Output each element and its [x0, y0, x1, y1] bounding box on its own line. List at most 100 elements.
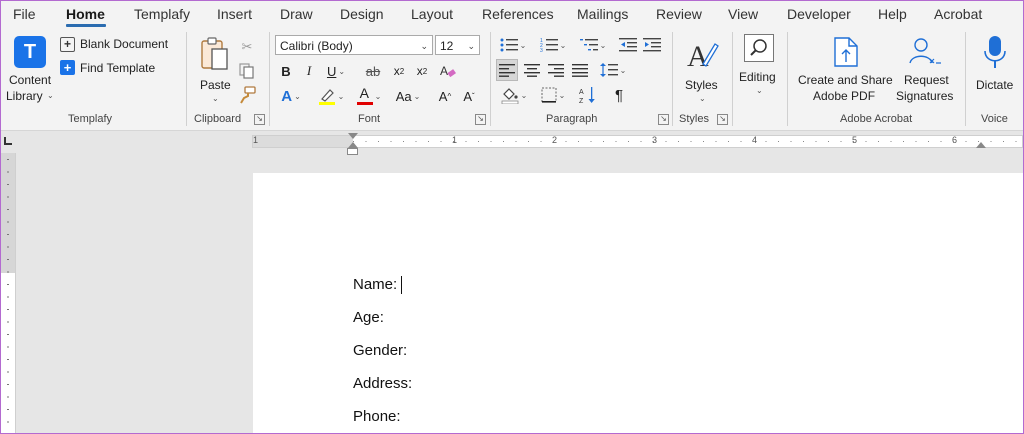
document-line-address[interactable]: Address: [353, 375, 412, 392]
paste-button[interactable]: Paste ⌄ [196, 34, 234, 106]
tab-templafy[interactable]: Templafy [134, 6, 190, 22]
tab-view[interactable]: View [728, 6, 758, 22]
shading-button[interactable]: ⌄ [497, 85, 531, 105]
horizontal-ruler-area: 1 1 2 3 4 5 6 [1, 131, 1023, 155]
tab-acrobat[interactable]: Acrobat [934, 6, 982, 22]
tab-selector[interactable] [4, 137, 12, 145]
strikethrough-button[interactable]: ab [363, 61, 383, 81]
tab-home[interactable]: Home [66, 6, 105, 22]
superscript-button[interactable]: x2 [413, 61, 431, 81]
first-line-indent-marker[interactable] [348, 133, 358, 139]
vertical-ruler[interactable] [1, 153, 16, 433]
sort-icon[interactable]: AZ [577, 85, 599, 105]
change-case-button[interactable]: Aa ⌄ [393, 86, 423, 106]
justify-button[interactable] [569, 59, 591, 81]
templafy-group-label: Templafy [68, 113, 113, 125]
chevron-down-icon: ⌄ [756, 86, 763, 95]
numbering-button[interactable]: 1 2 3 ⌄ [537, 35, 569, 55]
request-signatures-label-1: Request [904, 73, 949, 87]
bold-button[interactable]: B [277, 61, 295, 81]
copy-icon[interactable] [238, 61, 256, 81]
justify-icon [572, 63, 588, 77]
text-effects-button[interactable]: A ⌄ [277, 86, 305, 106]
paint-bucket-icon [501, 88, 519, 104]
document-page[interactable] [253, 173, 1023, 433]
document-line-age[interactable]: Age: [353, 309, 384, 326]
font-name-dropdown[interactable]: Calibri (Body) ⌄ [275, 35, 433, 55]
chevron-down-icon: ⌄ [212, 94, 219, 103]
find-template-button[interactable]: + Find Template [60, 60, 170, 78]
increase-indent-icon[interactable] [642, 35, 662, 55]
ruler-number: 3 [652, 135, 658, 145]
right-indent-marker[interactable] [976, 142, 986, 148]
content-library-button[interactable]: T Content Library ⌄ [5, 34, 57, 106]
borders-button[interactable]: ⌄ [536, 85, 570, 105]
horizontal-ruler[interactable]: 1 1 2 3 4 5 6 [252, 133, 1023, 148]
create-share-label-2: Adobe PDF [813, 89, 876, 103]
blank-document-button[interactable]: + Blank Document [60, 36, 180, 54]
tab-file[interactable]: File [13, 6, 36, 22]
plus-box-icon: + [60, 60, 75, 75]
tab-layout[interactable]: Layout [411, 6, 453, 22]
blank-document-label: Blank Document [80, 37, 169, 51]
microphone-icon [984, 36, 1006, 68]
cut-icon[interactable]: ✂ [238, 37, 256, 57]
grow-font-button[interactable]: A ^ [436, 86, 454, 106]
highlighter-icon [318, 89, 335, 105]
font-dialog-launcher-icon[interactable]: ↘ [475, 114, 486, 125]
styles-button[interactable]: A Styles ⌄ [679, 34, 725, 108]
underline-button[interactable]: U ⌄ [323, 61, 349, 81]
tab-help[interactable]: Help [878, 6, 907, 22]
styles-icon: A [687, 40, 719, 72]
align-right-button[interactable] [545, 59, 567, 81]
pdf-share-icon [834, 37, 858, 67]
font-color-button[interactable]: A ⌄ [353, 85, 385, 106]
font-group-label: Font [358, 113, 381, 125]
text-cursor [401, 276, 403, 295]
align-center-icon [524, 63, 540, 77]
create-share-pdf-button[interactable]: Create and Share Adobe PDF [795, 34, 897, 108]
font-size-dropdown[interactable]: 12 ⌄ [435, 35, 480, 55]
tab-developer[interactable]: Developer [787, 6, 851, 22]
request-signatures-label-2: Signatures [896, 89, 954, 103]
subscript-button[interactable]: x2 [390, 61, 408, 81]
decrease-indent-icon[interactable] [618, 35, 638, 55]
ruler-number: 6 [952, 135, 958, 145]
highlight-color-button[interactable]: ⌄ [314, 86, 348, 106]
dictate-button[interactable]: Dictate [971, 34, 1019, 108]
editing-button[interactable]: Editing ⌄ [737, 34, 783, 108]
search-icon [744, 34, 774, 62]
show-formatting-marks-icon[interactable]: ¶ [610, 85, 628, 105]
acrobat-group-label: Adobe Acrobat [840, 113, 913, 125]
tab-draw[interactable]: Draw [280, 6, 313, 22]
document-line-name[interactable]: Name: [353, 276, 403, 295]
format-painter-icon[interactable] [238, 85, 258, 105]
align-left-button[interactable] [496, 59, 518, 81]
clear-formatting-icon[interactable]: A [438, 61, 458, 81]
bullets-button[interactable]: ⌄ [497, 35, 529, 55]
paragraph-group-label: Paragraph [546, 113, 598, 125]
paragraph-dialog-launcher-icon[interactable]: ↘ [658, 114, 669, 125]
ruler-number: 4 [752, 135, 758, 145]
shrink-font-button[interactable]: Aˇ [460, 86, 478, 106]
request-signatures-button[interactable]: Request Signatures [894, 34, 958, 108]
content-library-label-2: Library [6, 89, 43, 103]
tab-review[interactable]: Review [656, 6, 702, 22]
line-spacing-icon [599, 63, 618, 77]
align-center-button[interactable] [521, 59, 543, 81]
tab-references[interactable]: References [482, 6, 554, 22]
ribbon: T Content Library ⌄ + Blank Document + F… [1, 28, 1023, 131]
tab-design[interactable]: Design [340, 6, 384, 22]
styles-dialog-launcher-icon[interactable]: ↘ [717, 114, 728, 125]
document-line-gender[interactable]: Gender: [353, 342, 407, 359]
italic-button[interactable]: I [300, 61, 318, 81]
clipboard-dialog-launcher-icon[interactable]: ↘ [254, 114, 265, 125]
multilevel-list-button[interactable]: ⌄ [577, 35, 609, 55]
document-line-phone[interactable]: Phone: [353, 408, 401, 425]
tab-mailings[interactable]: Mailings [577, 6, 628, 22]
vertical-ruler-ticks [7, 159, 9, 433]
line-spacing-button[interactable]: ⌄ [597, 59, 629, 81]
ruler-number: 1 [452, 135, 458, 145]
tab-insert[interactable]: Insert [217, 6, 252, 22]
left-indent-box[interactable] [347, 148, 358, 155]
